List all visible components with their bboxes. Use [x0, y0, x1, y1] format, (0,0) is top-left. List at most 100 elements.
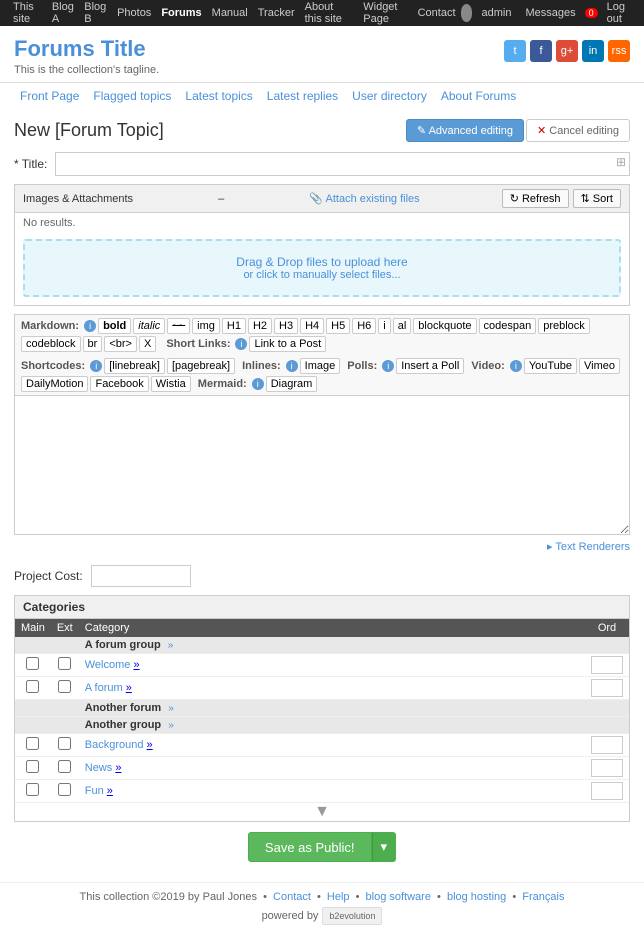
- ext-checkbox[interactable]: [58, 657, 71, 670]
- footer-contact-link[interactable]: Contact: [273, 891, 311, 903]
- subnav-about-forums[interactable]: About Forums: [435, 87, 522, 105]
- linebreak-button[interactable]: [linebreak]: [104, 358, 165, 374]
- bold-button[interactable]: bold: [98, 318, 131, 334]
- main-checkbox[interactable]: [26, 783, 39, 796]
- inlines-info-icon[interactable]: i: [286, 360, 298, 372]
- mermaid-info-icon[interactable]: i: [252, 378, 264, 390]
- footer-blog-software-link[interactable]: blog software: [366, 891, 431, 903]
- video-info-icon[interactable]: i: [510, 360, 522, 372]
- dropzone[interactable]: Drag & Drop files to upload here or clic…: [23, 239, 621, 297]
- img-button[interactable]: img: [192, 318, 220, 334]
- main-checkbox[interactable]: [26, 760, 39, 773]
- messages-link[interactable]: Messages: [520, 7, 580, 19]
- cat-name-link[interactable]: News: [85, 762, 113, 774]
- nav-widget-page[interactable]: Widget Page: [358, 1, 412, 25]
- link-to-post-button[interactable]: Link to a Post: [249, 336, 326, 352]
- wistia-button[interactable]: Wistia: [151, 376, 191, 392]
- b-tag-button[interactable]: <br>: [104, 336, 137, 352]
- cat-edit-link[interactable]: »: [133, 659, 139, 671]
- footer-francais-link[interactable]: Français: [522, 891, 564, 903]
- title-input[interactable]: [55, 152, 630, 176]
- group-edit-link[interactable]: »: [168, 720, 174, 731]
- group-edit-link[interactable]: »: [168, 703, 174, 714]
- vimeo-button[interactable]: Vimeo: [579, 358, 620, 374]
- cat-name-link[interactable]: A forum: [85, 682, 123, 694]
- facebook-button[interactable]: Facebook: [90, 376, 148, 392]
- googleplus-icon[interactable]: g+: [556, 40, 578, 62]
- editor-textarea[interactable]: [14, 395, 630, 535]
- h2-button[interactable]: H2: [248, 318, 272, 334]
- cat-edit-link[interactable]: »: [107, 785, 113, 797]
- ord-input[interactable]: [591, 679, 623, 697]
- x-button[interactable]: X: [139, 336, 156, 352]
- text-renderers-button[interactable]: ▸ Text Renderers: [547, 540, 630, 553]
- ord-input[interactable]: [591, 759, 623, 777]
- diagram-button[interactable]: Diagram: [266, 376, 318, 392]
- nav-manual[interactable]: Manual: [207, 7, 253, 19]
- nav-blog-a[interactable]: Blog A: [47, 1, 79, 25]
- pagebreak-button[interactable]: [pagebreak]: [167, 358, 235, 374]
- ord-input[interactable]: [591, 782, 623, 800]
- h3-button[interactable]: H3: [274, 318, 298, 334]
- advanced-editing-button[interactable]: ✎ Advanced editing: [406, 119, 524, 142]
- nav-contact[interactable]: Contact: [413, 7, 461, 19]
- logout-link[interactable]: Log out: [602, 1, 636, 25]
- cat-edit-link[interactable]: »: [147, 739, 153, 751]
- polls-info-icon[interactable]: i: [382, 360, 394, 372]
- h6-button[interactable]: H6: [352, 318, 376, 334]
- refresh-button[interactable]: ↻ Refresh: [502, 189, 569, 208]
- linkedin-icon[interactable]: in: [582, 40, 604, 62]
- project-cost-input[interactable]: [91, 565, 191, 587]
- insert-poll-button[interactable]: Insert a Poll: [396, 358, 464, 374]
- nav-tracker[interactable]: Tracker: [253, 7, 300, 19]
- cat-name-link[interactable]: Background: [85, 739, 144, 751]
- subnav-latest-topics[interactable]: Latest topics: [179, 87, 258, 105]
- h4-button[interactable]: H4: [300, 318, 324, 334]
- save-button[interactable]: Save as Public!: [248, 832, 372, 862]
- cat-edit-link[interactable]: »: [126, 682, 132, 694]
- cat-name-link[interactable]: Welcome: [85, 659, 131, 671]
- sort-button[interactable]: ⇅ Sort: [573, 189, 621, 208]
- cat-edit-link[interactable]: »: [115, 762, 121, 774]
- ext-checkbox[interactable]: [58, 783, 71, 796]
- nav-this-site[interactable]: This site: [8, 1, 47, 25]
- shortcodes-info-icon[interactable]: i: [90, 360, 102, 372]
- ord-input[interactable]: [591, 656, 623, 674]
- codespan-button[interactable]: codespan: [479, 318, 537, 334]
- italic-button[interactable]: italic: [133, 318, 165, 334]
- nav-photos[interactable]: Photos: [112, 7, 156, 19]
- markdown-info-icon[interactable]: i: [84, 320, 96, 332]
- ext-checkbox[interactable]: [58, 760, 71, 773]
- strikethrough-button[interactable]: ~~: [167, 318, 190, 334]
- subnav-latest-replies[interactable]: Latest replies: [261, 87, 344, 105]
- at-button[interactable]: al: [393, 318, 412, 334]
- subnav-user-directory[interactable]: User directory: [346, 87, 433, 105]
- attach-existing-link[interactable]: 📎 Attach existing files: [309, 192, 419, 205]
- twitter-icon[interactable]: t: [504, 40, 526, 62]
- preblock-button[interactable]: preblock: [538, 318, 590, 334]
- rss-icon[interactable]: rss: [608, 40, 630, 62]
- h1-button[interactable]: H1: [222, 318, 246, 334]
- b2evo-logo[interactable]: b2evolution: [322, 907, 382, 925]
- ext-checkbox[interactable]: [58, 737, 71, 750]
- facebook-icon[interactable]: f: [530, 40, 552, 62]
- save-dropdown-button[interactable]: ▾: [372, 832, 397, 862]
- footer-blog-hosting-link[interactable]: blog hosting: [447, 891, 506, 903]
- user-name[interactable]: admin: [476, 7, 516, 19]
- image-button[interactable]: Image: [300, 358, 341, 374]
- main-checkbox[interactable]: [26, 680, 39, 693]
- youtube-button[interactable]: YouTube: [524, 358, 577, 374]
- cat-name-link[interactable]: Fun: [85, 785, 104, 797]
- nav-about[interactable]: About this site: [300, 1, 359, 25]
- br-button[interactable]: br: [83, 336, 103, 352]
- shortlinks-info-icon[interactable]: i: [235, 338, 247, 350]
- h5-button[interactable]: H5: [326, 318, 350, 334]
- main-checkbox[interactable]: [26, 737, 39, 750]
- main-checkbox[interactable]: [26, 657, 39, 670]
- codeblock-button[interactable]: codeblock: [21, 336, 81, 352]
- ext-checkbox[interactable]: [58, 680, 71, 693]
- footer-help-link[interactable]: Help: [327, 891, 350, 903]
- blockquote-button[interactable]: blockquote: [413, 318, 476, 334]
- dailymotion-button[interactable]: DailyMotion: [21, 376, 88, 392]
- i-button[interactable]: i: [378, 318, 390, 334]
